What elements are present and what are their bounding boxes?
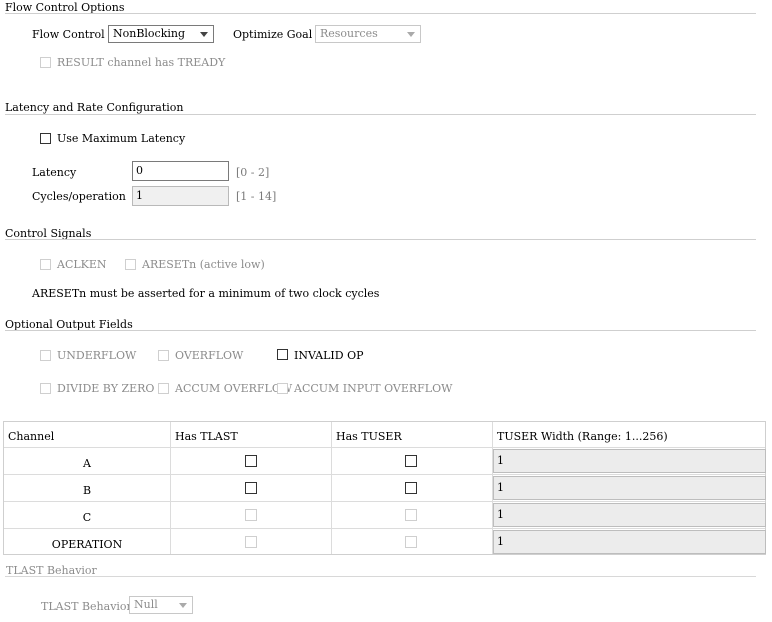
has-tuser-checkbox[interactable] xyxy=(405,509,417,521)
flow-control-label: Flow Control xyxy=(32,28,105,41)
row-divider xyxy=(4,528,765,529)
cycles-per-operation-label: Cycles/operation xyxy=(32,190,126,203)
accum-input-overflow-label: ACCUM INPUT OVERFLOW xyxy=(294,382,453,395)
flow-control-value: NonBlocking xyxy=(113,27,186,40)
optimize-goal-value: Resources xyxy=(320,27,378,40)
latency-input[interactable]: 0 xyxy=(132,161,229,181)
optimize-goal-select[interactable]: Resources xyxy=(315,25,421,43)
underflow-checkbox[interactable] xyxy=(40,350,51,361)
divide-by-zero-label: DIVIDE BY ZERO xyxy=(57,382,155,395)
channel-name: OPERATION xyxy=(51,538,123,551)
row-divider xyxy=(4,447,765,448)
tuser-width-input[interactable]: 1 xyxy=(493,449,766,473)
use-max-latency-label: Use Maximum Latency xyxy=(57,132,186,145)
section-divider xyxy=(5,13,756,14)
section-divider xyxy=(5,330,756,331)
row-divider xyxy=(4,474,765,475)
latency-range: [0 - 2] xyxy=(236,166,270,179)
column-header-tuser-width: TUSER Width (Range: 1...256) xyxy=(497,430,668,443)
tuser-width-input[interactable]: 1 xyxy=(493,476,766,500)
flow-control-select[interactable]: NonBlocking xyxy=(108,25,214,43)
invalid-op-label: INVALID OP xyxy=(294,349,364,362)
accum-overflow-label: ACCUM OVERFLOW xyxy=(175,382,293,395)
optimize-goal-label: Optimize Goal xyxy=(233,28,313,41)
section-divider xyxy=(5,576,756,577)
tuser-width-input[interactable]: 1 xyxy=(493,503,766,527)
column-divider xyxy=(170,422,171,554)
aresetn-note: ARESETn must be asserted for a minimum o… xyxy=(32,287,380,300)
channel-table: Channel Has TLAST Has TUSER TUSER Width … xyxy=(3,421,766,555)
overflow-label: OVERFLOW xyxy=(175,349,244,362)
row-divider xyxy=(4,501,765,502)
overflow-checkbox[interactable] xyxy=(158,350,169,361)
channel-name: C xyxy=(82,511,92,524)
has-tuser-checkbox[interactable] xyxy=(405,482,417,494)
use-max-latency-checkbox[interactable] xyxy=(40,133,51,144)
section-divider xyxy=(5,239,756,240)
accum-input-overflow-checkbox[interactable] xyxy=(277,383,288,394)
channel-name: A xyxy=(83,457,91,470)
has-tlast-checkbox[interactable] xyxy=(245,536,257,548)
cycles-range: [1 - 14] xyxy=(236,190,277,203)
channel-name: B xyxy=(82,484,92,497)
tuser-width-input[interactable]: 1 xyxy=(493,530,766,554)
aresetn-label: ARESETn (active low) xyxy=(142,258,265,271)
column-divider xyxy=(331,422,332,554)
chevron-down-icon xyxy=(179,603,187,608)
aclken-label: ACLKEN xyxy=(57,258,107,271)
aclken-checkbox[interactable] xyxy=(40,259,51,270)
has-tuser-checkbox[interactable] xyxy=(405,455,417,467)
aresetn-checkbox[interactable] xyxy=(125,259,136,270)
divide-by-zero-checkbox[interactable] xyxy=(40,383,51,394)
chevron-down-icon xyxy=(200,32,208,37)
accum-overflow-checkbox[interactable] xyxy=(158,383,169,394)
tlast-behavior-select[interactable]: Null xyxy=(129,596,193,614)
section-divider xyxy=(5,114,756,115)
latency-label: Latency xyxy=(32,166,77,179)
tlast-behavior-label: TLAST Behavior xyxy=(41,600,132,613)
tlast-behavior-value: Null xyxy=(134,598,158,611)
section-title-latency-rate: Latency and Rate Configuration xyxy=(5,101,184,114)
has-tlast-checkbox[interactable] xyxy=(245,455,257,467)
has-tlast-checkbox[interactable] xyxy=(245,482,257,494)
has-tlast-checkbox[interactable] xyxy=(245,509,257,521)
result-tready-checkbox[interactable] xyxy=(40,57,51,68)
column-header-has-tuser: Has TUSER xyxy=(336,430,402,443)
cycles-per-operation-input[interactable]: 1 xyxy=(132,186,229,206)
has-tuser-checkbox[interactable] xyxy=(405,536,417,548)
result-tready-label: RESULT channel has TREADY xyxy=(57,56,226,69)
underflow-label: UNDERFLOW xyxy=(57,349,137,362)
chevron-down-icon xyxy=(407,32,415,37)
invalid-op-checkbox[interactable] xyxy=(277,349,288,360)
column-header-channel: Channel xyxy=(8,430,55,443)
column-header-has-tlast: Has TLAST xyxy=(175,430,238,443)
